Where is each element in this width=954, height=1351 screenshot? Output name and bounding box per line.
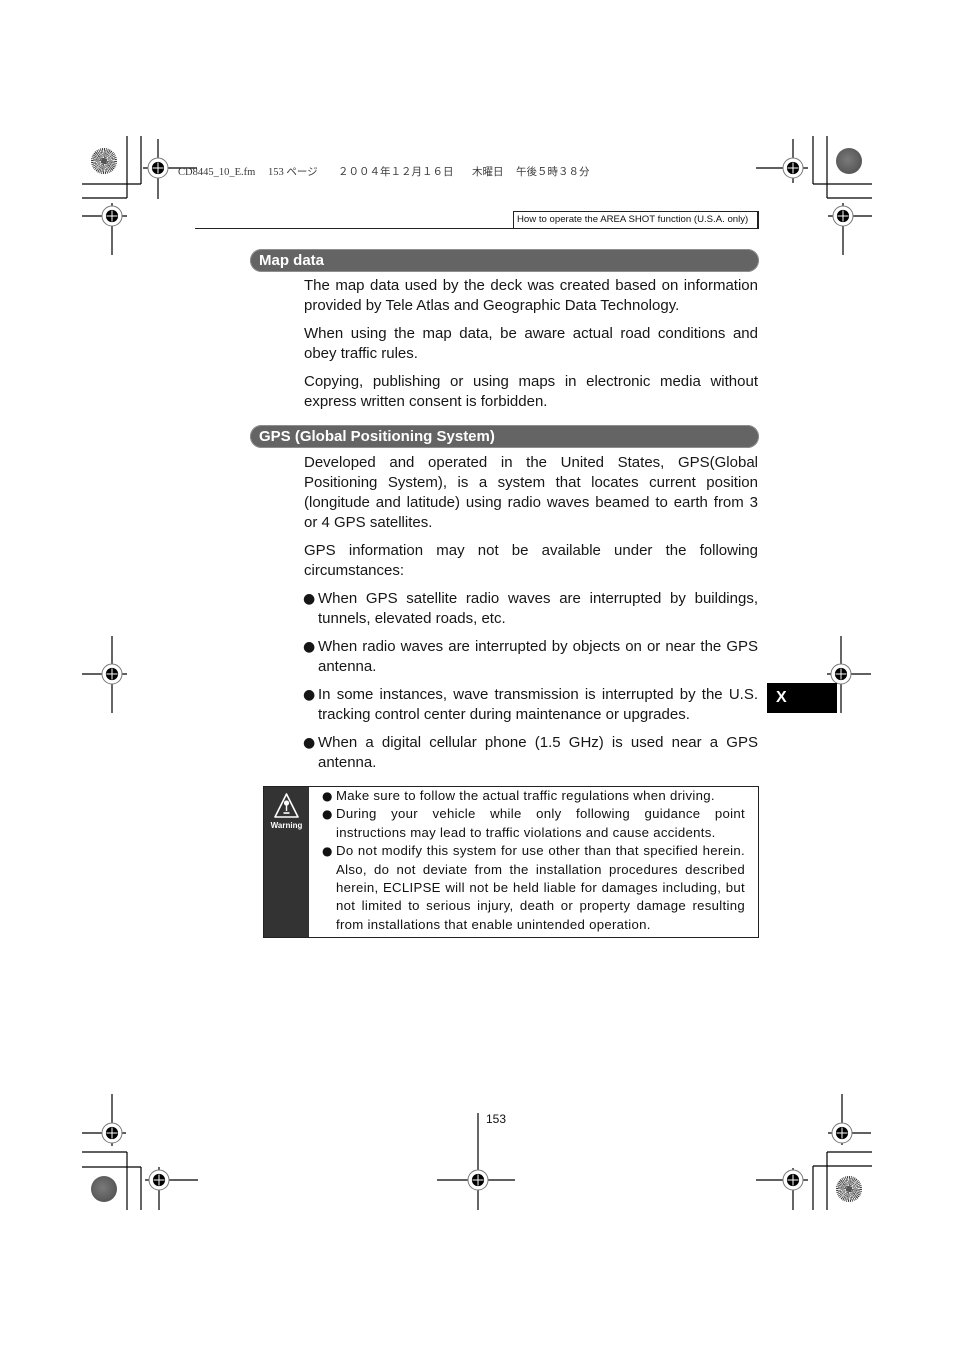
paragraph: Copying, publishing or using maps in ele… <box>304 372 758 412</box>
bullet-icon: ● <box>322 789 333 803</box>
text-line: obey traffic rules. <box>304 345 418 362</box>
warning-item: ● Make sure to follow the actual traffic… <box>322 787 745 805</box>
slug-date: ２００４年１２月１６日 <box>338 167 454 178</box>
text-line: antenna. <box>318 658 377 675</box>
running-header-title: How to operate the AREA SHOT function (U… <box>513 211 759 229</box>
registration-mark <box>145 1167 198 1210</box>
text-line: provided by Tele Atlas and Geographic Da… <box>304 297 680 314</box>
text-line: (longitude and latitude) using radio wav… <box>304 494 758 511</box>
text-line: GPS information may not be available und… <box>304 542 758 559</box>
bullet-item: ● When a digital cellular phone (1.5 GHz… <box>303 733 758 773</box>
text-line: Do not modify this system for use other … <box>336 843 745 859</box>
text-line: When using the map data, be aware actual… <box>304 325 758 342</box>
section-title: Map data <box>259 252 325 269</box>
text-line: or 4 GPS satellites. <box>304 514 433 531</box>
warning-label: Warning <box>270 821 303 830</box>
text-line: instructions may lead to traffic violati… <box>336 824 716 840</box>
text-line: circumstances: <box>304 562 405 579</box>
page-number: 153 <box>486 1112 507 1126</box>
text-line: Copying, publishing or using maps in ele… <box>304 373 758 390</box>
section-header-map-data: Map data <box>250 249 759 272</box>
bullet-item: ● In some instances, wave transmission i… <box>303 685 758 725</box>
paragraph: When using the map data, be aware actual… <box>304 324 758 364</box>
text-line: Also, do not deviate from the installati… <box>336 861 745 877</box>
gps-body: Developed and operated in the United Sta… <box>303 453 758 781</box>
bullet-icon: ● <box>303 639 316 655</box>
text-line: In some instances, wave transmission is … <box>318 686 758 703</box>
paragraph: GPS information may not be available und… <box>304 541 758 581</box>
warning-item: ● Do not modify this system for use othe… <box>322 842 745 934</box>
slug-file-name: CD8445_10_E.fm <box>178 167 256 178</box>
text-line: express written consent is forbidden. <box>304 393 548 410</box>
text-line: antenna. <box>318 754 377 771</box>
text-line: Developed and operated in the United Sta… <box>304 454 758 471</box>
registration-mark <box>82 636 127 713</box>
text-line: Make sure to follow the actual traffic r… <box>336 788 715 803</box>
bullet-item: ● When GPS satellite radio waves are int… <box>303 589 758 629</box>
text-line: When a digital cellular phone (1.5 GHz) … <box>318 734 758 751</box>
text-line: The map data used by the deck was create… <box>304 277 758 294</box>
chapter-tab-label: X <box>776 689 787 706</box>
crop-mark-bottom-left <box>82 1151 142 1210</box>
registration-mark <box>828 203 872 255</box>
registration-mark <box>437 1113 515 1210</box>
warning-item: ● During your vehicle while only followi… <box>322 805 745 842</box>
crop-mark-top-right <box>812 136 872 199</box>
map-data-body: The map data used by the deck was create… <box>304 276 758 420</box>
text-line: tunnels, elevated roads, etc. <box>318 610 506 627</box>
registration-mark <box>756 1168 808 1210</box>
section-header-gps: GPS (Global Positioning System) <box>250 425 759 448</box>
crop-mark-top-left <box>82 136 142 199</box>
warning-box: Warning ● Make sure to follow the actual… <box>263 786 759 938</box>
text-line: When GPS satellite radio waves are inter… <box>318 590 758 607</box>
registration-mark <box>756 139 808 183</box>
chapter-tab: X <box>767 683 837 713</box>
crop-mark-bottom-right <box>812 1151 872 1210</box>
bullet-icon: ● <box>303 735 316 751</box>
warning-content: ● Make sure to follow the actual traffic… <box>309 787 758 937</box>
bullet-icon: ● <box>322 844 333 859</box>
slug-page: 153 ページ <box>268 167 318 178</box>
bullet-icon: ● <box>322 807 333 822</box>
slug-weekday: 木曜日 <box>472 167 504 178</box>
section-title: GPS (Global Positioning System) <box>259 428 495 445</box>
bullet-icon: ● <box>303 687 316 703</box>
warning-triangle-icon <box>274 793 299 818</box>
text-line: During your vehicle while only following… <box>336 806 745 822</box>
bullet-icon: ● <box>303 591 316 607</box>
bullet-item: ● When radio waves are interrupted by ob… <box>303 637 758 677</box>
text-line: from installations that enable unintende… <box>336 916 651 932</box>
paragraph: Developed and operated in the United Sta… <box>304 453 758 533</box>
text-line: When radio waves are interrupted by obje… <box>318 638 758 655</box>
text-line: tracking control center during maintenan… <box>318 706 690 723</box>
text-line: Positioning System), is a system that lo… <box>304 474 758 491</box>
registration-mark <box>82 1094 126 1146</box>
registration-mark <box>828 1094 871 1145</box>
text-line: herein, ECLIPSE will not be held liable … <box>336 879 745 895</box>
paragraph: The map data used by the deck was create… <box>304 276 758 316</box>
slug-time: 午後５時３８分 <box>516 167 590 178</box>
registration-mark <box>82 203 127 255</box>
text-line: not limited to serious injury, death or … <box>336 898 745 914</box>
warning-panel: Warning <box>264 787 309 937</box>
